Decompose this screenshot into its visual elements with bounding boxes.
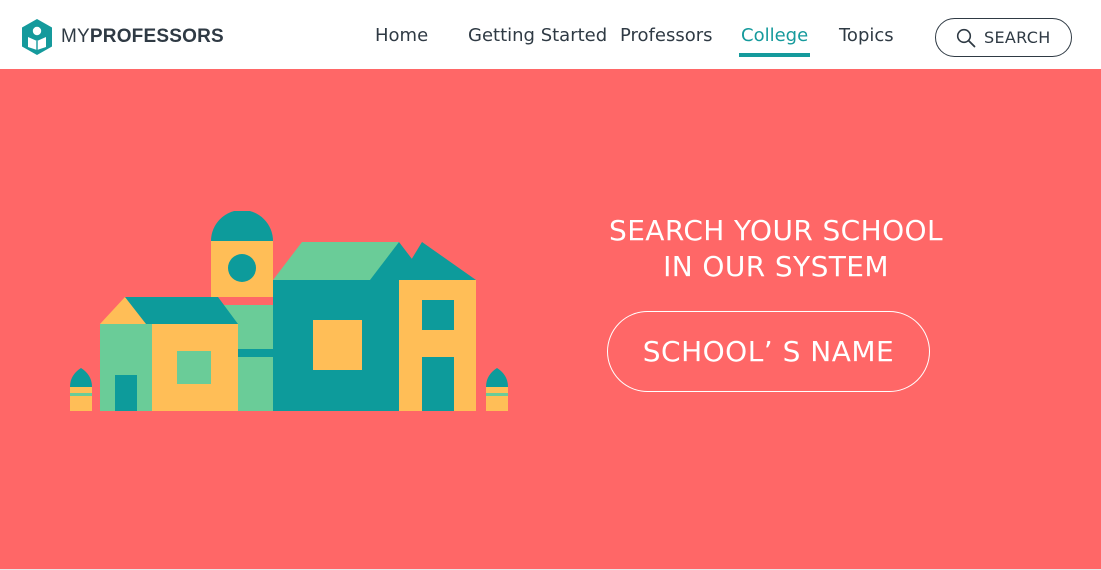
nav-topics[interactable]: Topics bbox=[839, 24, 894, 48]
hexagon-book-icon bbox=[22, 19, 52, 55]
hero-title: SEARCH YOUR SCHOOL IN OUR SYSTEM bbox=[590, 213, 962, 285]
nav-college[interactable]: College bbox=[739, 24, 811, 57]
nav-getting-started[interactable]: Getting Started bbox=[468, 24, 607, 48]
logo-suffix: PROFESSORS bbox=[89, 26, 224, 47]
search-button[interactable]: SEARCH bbox=[935, 18, 1072, 57]
nav-topics-label: Topics bbox=[839, 25, 894, 46]
site-header: MYPROFESSORS Home Getting Started Profes… bbox=[0, 0, 1101, 69]
nav-active-indicator bbox=[739, 53, 811, 57]
hero-title-line1: SEARCH YOUR SCHOOL bbox=[609, 214, 943, 247]
nav-getting-started-label: Getting Started bbox=[468, 25, 608, 46]
nav-professors[interactable]: Professors bbox=[620, 24, 713, 48]
site-logo[interactable]: MYPROFESSORS bbox=[20, 18, 224, 56]
nav-home[interactable]: Home bbox=[375, 24, 428, 48]
nav-home-label: Home bbox=[375, 25, 429, 46]
search-icon bbox=[956, 28, 976, 47]
nav-college-label: College bbox=[741, 25, 809, 46]
hero-title-line2: IN OUR SYSTEM bbox=[663, 250, 889, 283]
hero-section: SEARCH YOUR SCHOOL IN OUR SYSTEM SCHOOL’… bbox=[0, 69, 1101, 570]
school-building-illustration bbox=[70, 211, 508, 411]
school-name-label: SCHOOL’ S NAME bbox=[642, 335, 895, 368]
logo-prefix: MY bbox=[61, 26, 90, 47]
search-button-label: SEARCH bbox=[984, 28, 1051, 47]
nav-professors-label: Professors bbox=[620, 25, 713, 46]
logo-text: MYPROFESSORS bbox=[61, 26, 224, 48]
school-name-button[interactable]: SCHOOL’ S NAME bbox=[607, 311, 930, 392]
